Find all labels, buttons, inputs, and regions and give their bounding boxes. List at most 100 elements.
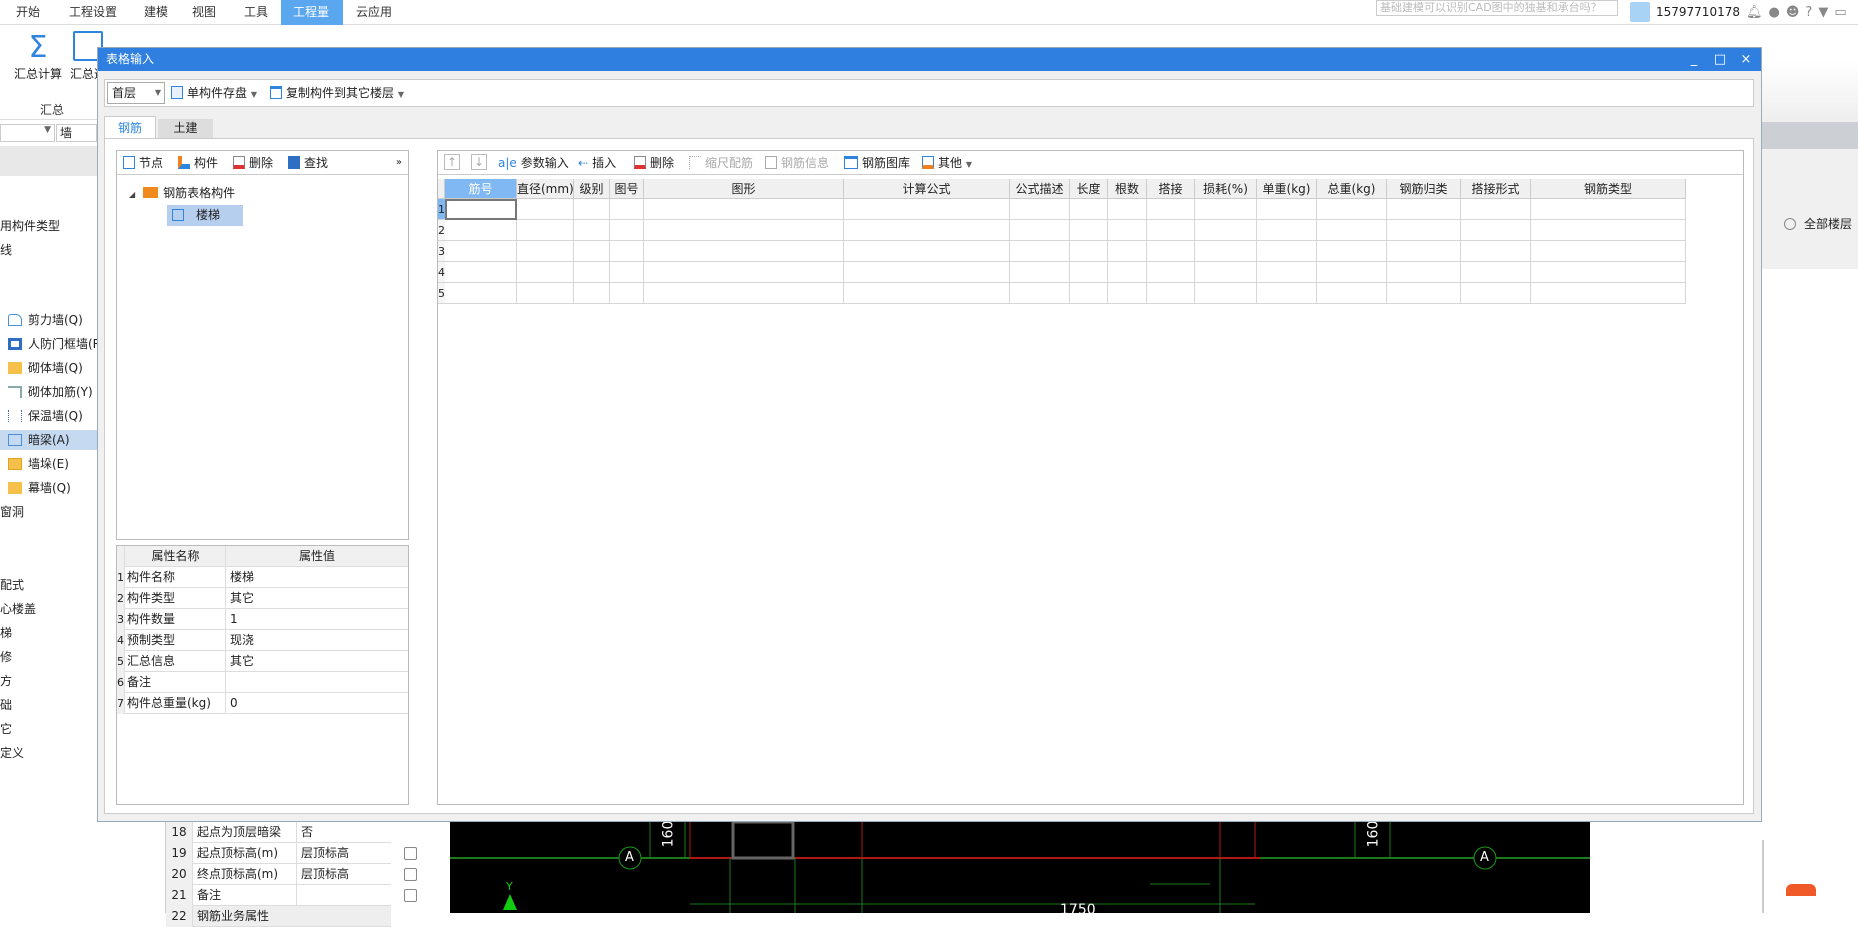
column-header-lap-type[interactable]: 搭接形式 (1461, 179, 1531, 199)
list-item-insulation-wall[interactable]: 保温墙(Q) (0, 406, 83, 426)
grid-cell[interactable] (844, 220, 1010, 241)
column-header-bar-no[interactable]: 筋号 (445, 179, 517, 199)
help-search-input[interactable]: 基础建模可以识别CAD图中的独基和承台吗？ (1376, 0, 1618, 16)
list-item[interactable]: 梯 (0, 623, 12, 643)
list-item[interactable]: 心楼盖 (0, 599, 36, 619)
grid-cell[interactable] (574, 262, 610, 283)
checkbox-21[interactable] (404, 889, 417, 902)
dialog-titlebar[interactable]: 表格输入 _ □ × (98, 48, 1761, 71)
prop-value[interactable]: 0 (225, 693, 408, 714)
add-component-button[interactable]: 构件 (178, 154, 218, 172)
grid-cell[interactable] (1195, 199, 1257, 220)
grid-cell[interactable] (1070, 220, 1108, 241)
table-row[interactable]: 3 构件数量 1 (117, 609, 408, 630)
column-header-formula-desc[interactable]: 公式描述 (1010, 179, 1070, 199)
table-row[interactable]: 20 终点顶标高(m) 层顶标高 (166, 864, 391, 885)
component-combo[interactable]: ▼ (0, 124, 55, 142)
list-item[interactable]: 它 (0, 719, 12, 739)
checkbox-20[interactable] (404, 868, 417, 881)
prop-value[interactable]: 层顶标高 (296, 864, 391, 885)
cad-viewport[interactable]: A A 160 160 1750 Y (450, 822, 1590, 913)
maximize-button[interactable]: □ (1707, 48, 1733, 71)
grid-cell[interactable] (1257, 220, 1317, 241)
grid-cell[interactable] (1010, 283, 1070, 304)
grid-cell[interactable] (1195, 241, 1257, 262)
menu-cloud[interactable]: 云应用 (344, 0, 404, 25)
grid-cell[interactable] (1387, 283, 1461, 304)
grid-cell[interactable] (844, 262, 1010, 283)
prop-value[interactable] (296, 885, 391, 906)
floor-select[interactable]: 首层 ▼ (107, 82, 165, 104)
menu-view[interactable]: 视图 (180, 0, 228, 25)
table-row[interactable]: 4 预制类型 现浇 (117, 630, 408, 651)
list-item[interactable]: 定义 (0, 743, 24, 763)
grid-cell[interactable] (1010, 241, 1070, 262)
grid-cell[interactable] (574, 241, 610, 262)
grid-cell[interactable] (644, 283, 844, 304)
grid-cell[interactable] (1257, 262, 1317, 283)
table-row[interactable]: 5 汇总信息 其它 (117, 651, 408, 672)
minimize-button[interactable]: _ (1681, 48, 1707, 71)
add-node-button[interactable]: 节点 (123, 154, 163, 172)
grid-cell[interactable] (1147, 241, 1195, 262)
column-header-grade[interactable]: 级别 (574, 179, 610, 199)
column-header-unit-weight[interactable]: 单重(kg) (1257, 179, 1317, 199)
grid-cell[interactable] (1461, 199, 1531, 220)
grid-cell[interactable] (1070, 199, 1108, 220)
column-header-shape-no[interactable]: 图号 (610, 179, 644, 199)
grid-cell[interactable] (1461, 262, 1531, 283)
mascot-icon[interactable]: ☻ (1786, 5, 1800, 20)
tree-root[interactable]: ◢ 钢筋表格构件 (129, 184, 235, 201)
list-item[interactable]: 线 (0, 240, 12, 260)
close-button[interactable]: × (1733, 48, 1759, 71)
grid-cell[interactable] (1070, 283, 1108, 304)
grid-cell[interactable] (517, 199, 574, 220)
prop-value[interactable]: 层顶标高 (296, 843, 391, 864)
grid-cell[interactable] (1531, 241, 1686, 262)
move-up-button[interactable]: ↑ (444, 154, 460, 170)
table-row[interactable]: 22 钢筋业务属性 (166, 906, 391, 927)
grid-cell[interactable] (1257, 241, 1317, 262)
list-item-civil-defense-wall[interactable]: 人防门框墙(R (0, 334, 101, 354)
chat-icon[interactable]: ● (1769, 5, 1780, 20)
grid-cell[interactable] (1108, 241, 1147, 262)
prop-value[interactable]: 1 (225, 609, 408, 630)
prop-value[interactable]: 否 (296, 822, 391, 843)
more-button[interactable]: » (396, 154, 402, 172)
grid-cell[interactable] (1387, 199, 1461, 220)
table-row[interactable]: 6 备注 (117, 672, 408, 693)
column-header-length[interactable]: 长度 (1070, 179, 1108, 199)
grid-cell[interactable] (610, 220, 644, 241)
rebar-library-button[interactable]: 钢筋图库 (844, 154, 910, 172)
grid-cell[interactable] (1531, 199, 1686, 220)
grid-cell[interactable] (1531, 220, 1686, 241)
grid-cell[interactable] (445, 220, 517, 241)
grid-cell[interactable] (1010, 220, 1070, 241)
grid-cell[interactable] (1147, 262, 1195, 283)
tab-rebar[interactable]: 钢筋 (104, 116, 156, 138)
move-down-button[interactable]: ↓ (471, 154, 487, 170)
grid-cell[interactable] (1195, 283, 1257, 304)
grid-cell[interactable] (844, 199, 1010, 220)
grid-cell[interactable] (1317, 241, 1387, 262)
table-row[interactable]: 7 构件总重量(kg) 0 (117, 693, 408, 714)
grid-cell[interactable] (1108, 220, 1147, 241)
grid-cell[interactable] (1317, 262, 1387, 283)
table-row[interactable]: 2 构件类型 其它 (117, 588, 408, 609)
prop-value[interactable]: 其它 (225, 588, 408, 609)
grid-cell[interactable] (445, 262, 517, 283)
grid-cell[interactable] (1147, 283, 1195, 304)
list-item-hidden-beam[interactable]: 暗梁(A) (0, 430, 97, 450)
grid-cell[interactable] (517, 262, 574, 283)
column-header-lap[interactable]: 搭接 (1147, 179, 1195, 199)
row-number[interactable]: 5 (438, 283, 445, 304)
grid-cell[interactable] (844, 283, 1010, 304)
insert-button[interactable]: ⇠ 插入 (578, 154, 616, 172)
menu-quantity[interactable]: 工程量 (281, 0, 343, 25)
wall-field[interactable]: 墙 (56, 124, 97, 142)
grid-cell[interactable] (445, 199, 517, 220)
grid-cell[interactable] (1070, 262, 1108, 283)
list-item[interactable]: 方 (0, 671, 12, 691)
grid-cell[interactable] (644, 220, 844, 241)
table-row[interactable]: 18 起点为顶层暗梁否 (166, 822, 391, 843)
